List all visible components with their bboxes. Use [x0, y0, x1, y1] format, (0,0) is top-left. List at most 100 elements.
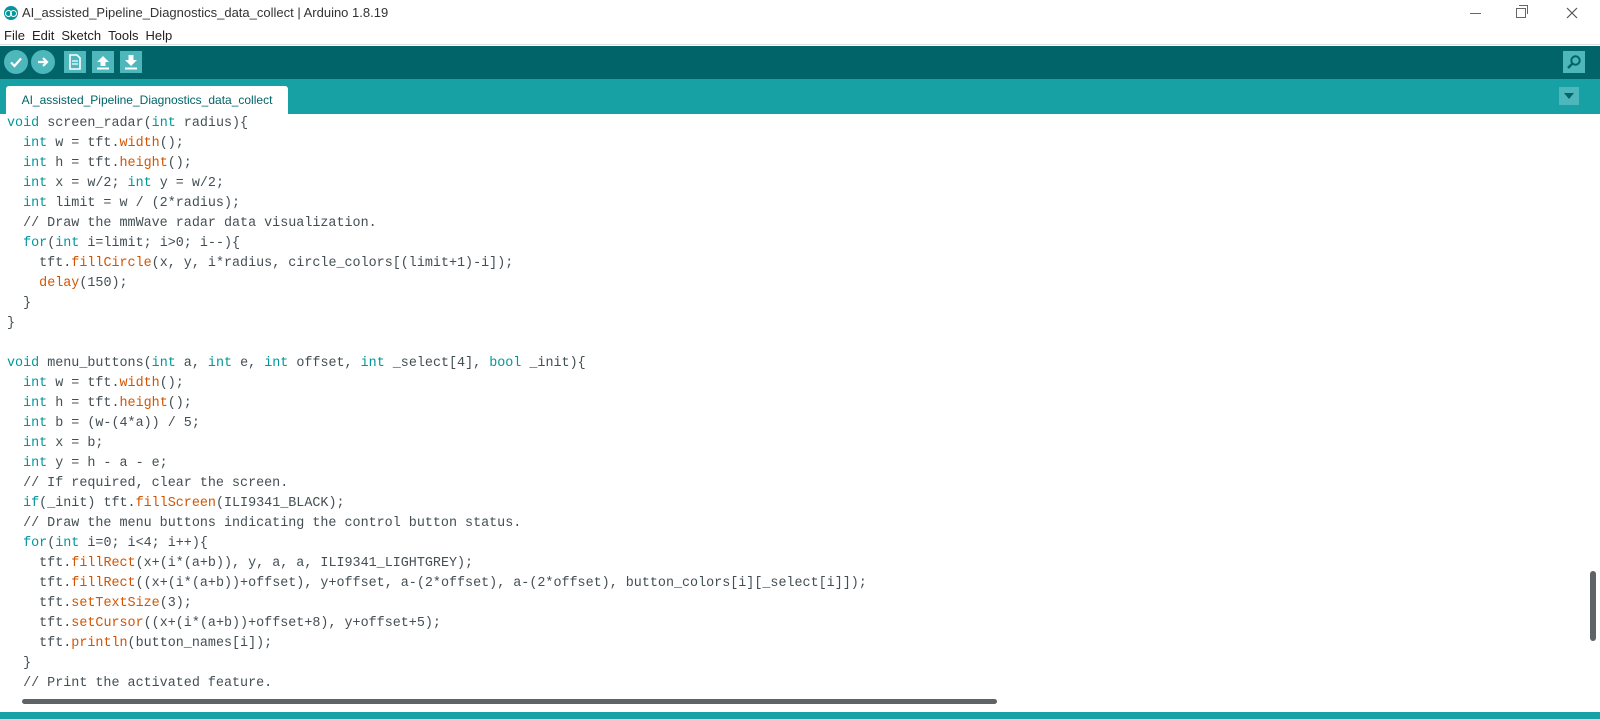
code-token: // Draw the mmWave radar data visualizat… [7, 216, 377, 231]
code-token: _init){ [521, 356, 586, 371]
code-token: i=limit; i>0; i--){ [79, 236, 241, 251]
code-token: (x, y, i*radius, circle_colors[(limit+1)… [151, 256, 514, 271]
code-editor[interactable]: void screen_radar(int radius){ int w = t… [0, 114, 1600, 694]
code-token: for [23, 536, 48, 551]
code-line: tft.fillCircle(x, y, i*radius, circle_co… [7, 254, 867, 274]
code-token: int [23, 436, 48, 451]
code-token: h = tft. [47, 396, 120, 411]
menu-bar: File Edit Sketch Tools Help [0, 26, 1600, 45]
code-token: (ILI9341_BLACK); [215, 496, 345, 511]
code-token: int [23, 376, 48, 391]
tab-sketch[interactable]: AI_assisted_Pipeline_Diagnostics_data_co… [6, 86, 288, 114]
code-token: (); [159, 136, 184, 151]
maximize-button[interactable] [1498, 0, 1544, 26]
code-token: limit = w / (2*radius); [47, 196, 241, 211]
code-token: } [7, 296, 32, 311]
magnifier-icon [1567, 55, 1581, 69]
code-token: int [151, 356, 176, 371]
code-line: int w = tft.width(); [7, 374, 867, 394]
code-token: tft. [7, 596, 72, 611]
code-token: void [7, 116, 40, 131]
code-token: w = tft. [47, 376, 120, 391]
title-bar: AI_assisted_Pipeline_Diagnostics_data_co… [0, 0, 1600, 26]
upload-button[interactable] [31, 50, 55, 74]
code-token: int [23, 456, 48, 471]
code-token: int [360, 356, 385, 371]
minimize-icon [1469, 12, 1481, 14]
code-line: for(int i=limit; i>0; i--){ [7, 234, 867, 254]
code-token: width [119, 136, 160, 151]
menu-edit[interactable]: Edit [32, 28, 54, 43]
code-token: if [23, 496, 40, 511]
code-line: void menu_buttons(int a, int e, int offs… [7, 354, 867, 374]
code-token: void [7, 356, 40, 371]
verify-button[interactable] [4, 50, 28, 74]
code-token: radius){ [175, 116, 249, 131]
code-token: int [207, 356, 233, 371]
minimize-button[interactable] [1452, 0, 1498, 26]
code-line: int x = b; [7, 434, 867, 454]
code-token: w = tft. [47, 136, 120, 151]
code-token: height [119, 396, 168, 411]
code-token: menu_buttons( [39, 356, 152, 371]
code-token: } [7, 656, 32, 671]
code-token: int [23, 136, 48, 151]
code-token: (); [159, 376, 184, 391]
vertical-scroll-thumb[interactable] [1590, 571, 1596, 641]
code-token: tft. [7, 616, 72, 631]
code-token: (x+(i*(a+b)), y, a, a, ILI9341_LIGHTGREY… [135, 556, 474, 571]
code-token: fillRect [71, 556, 136, 571]
code-line: tft.fillRect((x+(i*(a+b))+offset), y+off… [7, 574, 867, 594]
code-token: for [23, 236, 48, 251]
code-token: (button_names[i]); [127, 636, 273, 651]
menu-sketch[interactable]: Sketch [61, 28, 101, 43]
new-button[interactable] [64, 51, 86, 73]
code-token: height [119, 156, 168, 171]
code-token: _select[4], [384, 356, 490, 371]
menu-help[interactable]: Help [145, 28, 172, 43]
code-token: fillCircle [71, 256, 152, 271]
code-line: void screen_radar(int radius){ [7, 114, 867, 134]
code-line: } [7, 654, 867, 674]
open-button[interactable] [92, 51, 114, 73]
horizontal-scroll-thumb[interactable] [22, 699, 997, 704]
tab-strip: AI_assisted_Pipeline_Diagnostics_data_co… [0, 79, 1600, 114]
code-token: (150); [79, 276, 128, 291]
code-line: int h = tft.height(); [7, 394, 867, 414]
arduino-logo-icon [4, 6, 18, 20]
code-token: ((x+(i*(a+b))+offset+8), y+offset+5); [143, 616, 441, 631]
code-token: h = tft. [47, 156, 120, 171]
code-token: tft. [7, 556, 72, 571]
arrow-down-icon [125, 55, 137, 70]
code-line: // Draw the menu buttons indicating the … [7, 514, 867, 534]
code-token: offset, [288, 356, 361, 371]
window-title: AI_assisted_Pipeline_Diagnostics_data_co… [22, 5, 389, 20]
code-token: (3); [159, 596, 192, 611]
code-token: int [264, 356, 289, 371]
code-token: int [55, 536, 80, 551]
serial-monitor-button[interactable] [1563, 51, 1585, 73]
code-token: int [23, 396, 48, 411]
code-token: // If required, clear the screen. [7, 476, 289, 491]
menu-tools[interactable]: Tools [108, 28, 138, 43]
code-token: } [7, 316, 16, 331]
code-line: tft.setTextSize(3); [7, 594, 867, 614]
code-token: // Print the activated feature. [7, 676, 273, 691]
save-button[interactable] [120, 51, 142, 73]
tab-menu-button[interactable] [1559, 87, 1579, 105]
code-token: y = h - a - e; [47, 456, 168, 471]
code-line: if(_init) tft.fillScreen(ILI9341_BLACK); [7, 494, 867, 514]
arrow-up-icon [97, 56, 109, 70]
code-token: int [23, 176, 48, 191]
menu-file[interactable]: File [4, 28, 25, 43]
close-button[interactable] [1549, 0, 1595, 26]
toolbar [0, 46, 1600, 79]
code-token: e, [232, 356, 265, 371]
triangle-down-icon [1564, 93, 1574, 99]
